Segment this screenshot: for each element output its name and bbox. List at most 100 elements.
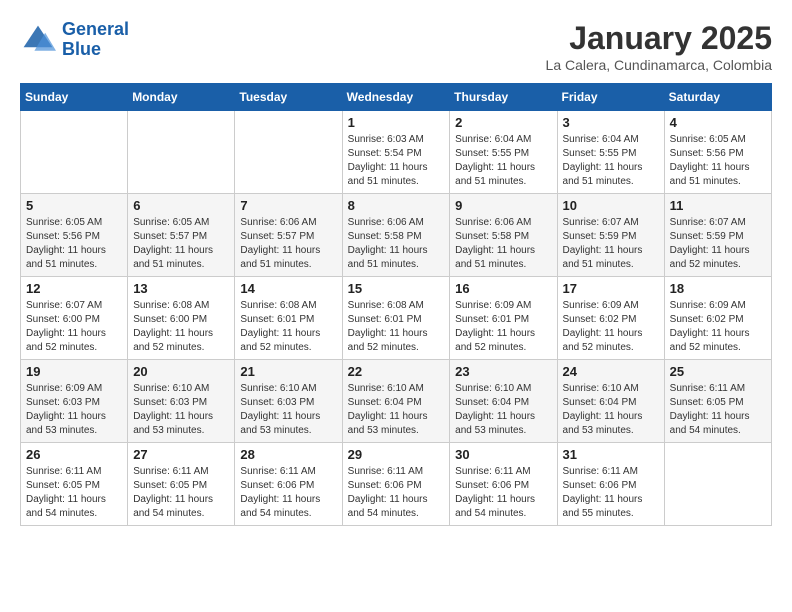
day-info: Sunrise: 6:10 AMSunset: 6:04 PMDaylight:…: [563, 382, 659, 438]
calendar-cell: 17 Sunrise: 6:09 AMSunset: 6:02 PMDayligh…: [557, 277, 664, 360]
day-info: Sunrise: 6:04 AMSunset: 5:55 PMDaylight:…: [455, 133, 551, 189]
day-number: 16: [455, 281, 551, 296]
day-info: Sunrise: 6:07 AMSunset: 6:00 PMDaylight:…: [26, 299, 122, 355]
day-info: Sunrise: 6:05 AMSunset: 5:56 PMDaylight:…: [670, 133, 766, 189]
day-info: Sunrise: 6:11 AMSunset: 6:05 PMDaylight:…: [26, 465, 122, 521]
day-info: Sunrise: 6:07 AMSunset: 5:59 PMDaylight:…: [563, 216, 659, 272]
day-number: 1: [348, 115, 445, 130]
calendar-table: SundayMondayTuesdayWednesdayThursdayFrid…: [20, 83, 772, 526]
calendar-cell: 22Sunrise: 6:10 AMSunset: 6:04 PMDayligh…: [342, 360, 450, 443]
day-info: Sunrise: 6:07 AMSunset: 5:59 PMDaylight:…: [670, 216, 766, 272]
calendar-cell: 24 Sunrise: 6:10 AMSunset: 6:04 PMDayligh…: [557, 360, 664, 443]
day-info: Sunrise: 6:10 AMSunset: 6:04 PMDaylight:…: [348, 382, 445, 438]
calendar-cell: 2 Sunrise: 6:04 AMSunset: 5:55 PMDaylight…: [450, 111, 557, 194]
calendar-header-row: SundayMondayTuesdayWednesdayThursdayFrid…: [21, 84, 772, 111]
day-number: 25: [670, 364, 766, 379]
calendar-cell: 20 Sunrise: 6:10 AMSunset: 6:03 PMDayligh…: [128, 360, 235, 443]
day-info: Sunrise: 6:06 AMSunset: 5:58 PMDaylight:…: [348, 216, 445, 272]
calendar-cell: 31 Sunrise: 6:11 AMSunset: 6:06 PMDayligh…: [557, 443, 664, 526]
day-info: Sunrise: 6:10 AMSunset: 6:03 PMDaylight:…: [240, 382, 336, 438]
day-info: Sunrise: 6:10 AMSunset: 6:03 PMDaylight:…: [133, 382, 229, 438]
day-number: 6: [133, 198, 229, 213]
day-number: 2: [455, 115, 551, 130]
day-number: 15: [348, 281, 445, 296]
day-number: 23: [455, 364, 551, 379]
day-number: 13: [133, 281, 229, 296]
calendar-cell: 29Sunrise: 6:11 AMSunset: 6:06 PMDayligh…: [342, 443, 450, 526]
day-number: 11: [670, 198, 766, 213]
calendar-cell: 27 Sunrise: 6:11 AMSunset: 6:05 PMDayligh…: [128, 443, 235, 526]
calendar-subtitle: La Calera, Cundinamarca, Colombia: [546, 57, 772, 73]
calendar-week-3: 12 Sunrise: 6:07 AMSunset: 6:00 PMDayligh…: [21, 277, 772, 360]
day-number: 31: [563, 447, 659, 462]
day-number: 12: [26, 281, 122, 296]
day-info: Sunrise: 6:08 AMSunset: 6:01 PMDaylight:…: [348, 299, 445, 355]
calendar-cell: 11 Sunrise: 6:07 AMSunset: 5:59 PMDayligh…: [664, 194, 771, 277]
day-info: Sunrise: 6:06 AMSunset: 5:58 PMDaylight:…: [455, 216, 551, 272]
calendar-cell: 10Sunrise: 6:07 AMSunset: 5:59 PMDayligh…: [557, 194, 664, 277]
calendar-cell: 25Sunrise: 6:11 AMSunset: 6:05 PMDayligh…: [664, 360, 771, 443]
calendar-cell: 9 Sunrise: 6:06 AMSunset: 5:58 PMDaylight…: [450, 194, 557, 277]
calendar-cell: 4 Sunrise: 6:05 AMSunset: 5:56 PMDaylight…: [664, 111, 771, 194]
calendar-cell: 14 Sunrise: 6:08 AMSunset: 6:01 PMDayligh…: [235, 277, 342, 360]
day-number: 5: [26, 198, 122, 213]
calendar-cell: 28Sunrise: 6:11 AMSunset: 6:06 PMDayligh…: [235, 443, 342, 526]
day-number: 14: [240, 281, 336, 296]
col-header-saturday: Saturday: [664, 84, 771, 111]
day-info: Sunrise: 6:09 AMSunset: 6:02 PMDaylight:…: [563, 299, 659, 355]
logo-icon: [20, 22, 56, 58]
calendar-cell: [664, 443, 771, 526]
calendar-cell: [235, 111, 342, 194]
calendar-cell: [128, 111, 235, 194]
day-info: Sunrise: 6:04 AMSunset: 5:55 PMDaylight:…: [563, 133, 659, 189]
calendar-cell: 15 Sunrise: 6:08 AMSunset: 6:01 PMDayligh…: [342, 277, 450, 360]
day-info: Sunrise: 6:08 AMSunset: 6:01 PMDaylight:…: [240, 299, 336, 355]
logo: General Blue: [20, 20, 129, 60]
calendar-cell: 6Sunrise: 6:05 AMSunset: 5:57 PMDaylight…: [128, 194, 235, 277]
calendar-week-2: 5Sunrise: 6:05 AMSunset: 5:56 PMDaylight…: [21, 194, 772, 277]
day-number: 18: [670, 281, 766, 296]
day-number: 3: [563, 115, 659, 130]
day-info: Sunrise: 6:09 AMSunset: 6:02 PMDaylight:…: [670, 299, 766, 355]
day-number: 24: [563, 364, 659, 379]
calendar-cell: 12 Sunrise: 6:07 AMSunset: 6:00 PMDayligh…: [21, 277, 128, 360]
day-info: Sunrise: 6:11 AMSunset: 6:05 PMDaylight:…: [133, 465, 229, 521]
col-header-sunday: Sunday: [21, 84, 128, 111]
day-info: Sunrise: 6:11 AMSunset: 6:06 PMDaylight:…: [455, 465, 551, 521]
calendar-cell: 13 Sunrise: 6:08 AMSunset: 6:00 PMDayligh…: [128, 277, 235, 360]
calendar-cell: 1Sunrise: 6:03 AMSunset: 5:54 PMDaylight…: [342, 111, 450, 194]
calendar-cell: 7Sunrise: 6:06 AMSunset: 5:57 PMDaylight…: [235, 194, 342, 277]
calendar-body: 1Sunrise: 6:03 AMSunset: 5:54 PMDaylight…: [21, 111, 772, 526]
day-info: Sunrise: 6:11 AMSunset: 6:06 PMDaylight:…: [348, 465, 445, 521]
day-info: Sunrise: 6:11 AMSunset: 6:06 PMDaylight:…: [563, 465, 659, 521]
col-header-tuesday: Tuesday: [235, 84, 342, 111]
day-number: 7: [240, 198, 336, 213]
day-number: 9: [455, 198, 551, 213]
calendar-cell: 5Sunrise: 6:05 AMSunset: 5:56 PMDaylight…: [21, 194, 128, 277]
day-info: Sunrise: 6:10 AMSunset: 6:04 PMDaylight:…: [455, 382, 551, 438]
day-info: Sunrise: 6:09 AMSunset: 6:01 PMDaylight:…: [455, 299, 551, 355]
day-number: 8: [348, 198, 445, 213]
calendar-cell: 18 Sunrise: 6:09 AMSunset: 6:02 PMDayligh…: [664, 277, 771, 360]
calendar-cell: 21 Sunrise: 6:10 AMSunset: 6:03 PMDayligh…: [235, 360, 342, 443]
day-number: 20: [133, 364, 229, 379]
day-info: Sunrise: 6:11 AMSunset: 6:06 PMDaylight:…: [240, 465, 336, 521]
title-block: January 2025 La Calera, Cundinamarca, Co…: [546, 20, 772, 73]
calendar-cell: [21, 111, 128, 194]
day-number: 4: [670, 115, 766, 130]
calendar-week-5: 26Sunrise: 6:11 AMSunset: 6:05 PMDayligh…: [21, 443, 772, 526]
day-info: Sunrise: 6:08 AMSunset: 6:00 PMDaylight:…: [133, 299, 229, 355]
calendar-week-1: 1Sunrise: 6:03 AMSunset: 5:54 PMDaylight…: [21, 111, 772, 194]
day-number: 17: [563, 281, 659, 296]
day-number: 30: [455, 447, 551, 462]
calendar-cell: 30 Sunrise: 6:11 AMSunset: 6:06 PMDayligh…: [450, 443, 557, 526]
col-header-friday: Friday: [557, 84, 664, 111]
logo-text: General Blue: [62, 20, 129, 60]
day-number: 27: [133, 447, 229, 462]
calendar-cell: 16 Sunrise: 6:09 AMSunset: 6:01 PMDayligh…: [450, 277, 557, 360]
day-number: 21: [240, 364, 336, 379]
day-info: Sunrise: 6:09 AMSunset: 6:03 PMDaylight:…: [26, 382, 122, 438]
col-header-monday: Monday: [128, 84, 235, 111]
day-number: 19: [26, 364, 122, 379]
calendar-title: January 2025: [546, 20, 772, 57]
